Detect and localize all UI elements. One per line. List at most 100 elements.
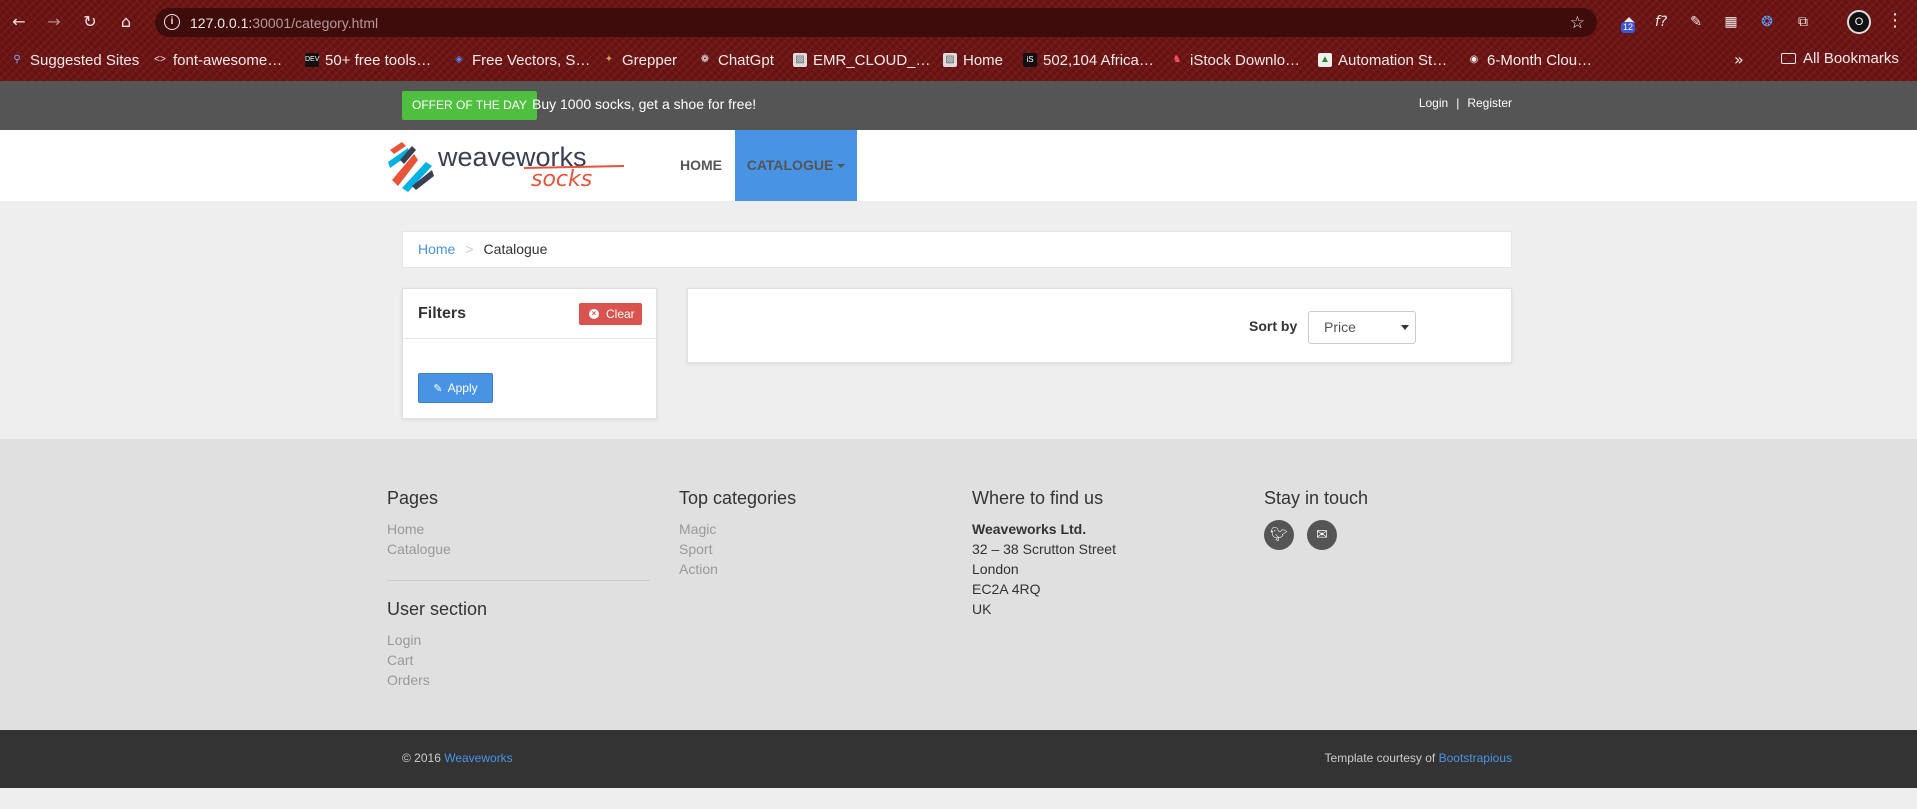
footer-category-action[interactable]: Action [679, 561, 718, 577]
browser-toolbar: ← → ↻ ⌂ i 127.0.0.1:30001/category.html … [0, 0, 1917, 44]
browser-menu-icon[interactable]: ⋮ [1886, 10, 1904, 31]
bootstrapious-link[interactable]: Bootstrapious [1439, 751, 1512, 765]
color-extension-icon[interactable]: ▦ [1721, 12, 1741, 32]
puzzle-extensions-icon[interactable]: ⧉ [1793, 12, 1813, 32]
footer-address-line: EC2A 4RQ [972, 581, 1041, 597]
sort-panel: Sort by Price [687, 288, 1512, 363]
chatgpt-icon: ❁ [700, 54, 710, 65]
register-link[interactable]: Register [1467, 96, 1512, 110]
browser-chrome: ← → ↻ ⌂ i 127.0.0.1:30001/category.html … [0, 0, 1917, 81]
twitter-icon[interactable]: 🐦︎ [1264, 520, 1294, 550]
page-bottom [0, 788, 1917, 809]
breadcrumb-current: Catalogue [483, 241, 548, 257]
nav-catalogue-label: CATALOGUE [746, 157, 834, 173]
grepper-icon: ✦ [604, 54, 614, 65]
bookmark-item[interactable]: ▨ Home [943, 50, 1003, 70]
breadcrumb-separator: > [465, 241, 474, 257]
site-footer [0, 439, 1917, 730]
footer-link-cart[interactable]: Cart [387, 652, 413, 668]
bookmark-item[interactable]: ♞ iStock Downlo… [1170, 50, 1301, 70]
footer-link-home[interactable]: Home [387, 521, 424, 537]
profile-avatar[interactable]: O [1847, 10, 1871, 34]
triangle-icon: ▲ [1318, 53, 1332, 67]
sort-select[interactable]: Price [1308, 311, 1416, 344]
bookmark-item[interactable]: ❁ ChatGpt [698, 50, 774, 70]
footer-company-name: Weaveworks Ltd. [972, 521, 1087, 537]
bookmark-item[interactable]: ◉ 6-Month Clou… [1467, 50, 1592, 70]
code-icon: <> [154, 54, 166, 65]
footer-pages-title: Pages [387, 488, 439, 508]
bookmark-item[interactable]: ⚲ Suggested Sites [10, 50, 139, 70]
footer-address-line: London [972, 561, 1019, 577]
breadcrumb: Home > Catalogue [402, 231, 1512, 268]
image-icon: ▨ [943, 53, 957, 67]
bookmark-star-icon[interactable]: ☆ [1570, 13, 1585, 33]
back-icon[interactable]: ← [8, 11, 30, 33]
address-bar[interactable]: i 127.0.0.1:30001/category.html ☆ [155, 8, 1597, 37]
template-credit-text: Template courtesy of [1324, 751, 1439, 765]
bookmarks-bar: ⚲ Suggested Sites <> font-awesome… DEV 50+ … [0, 46, 1917, 72]
forward-icon[interactable]: → [43, 11, 65, 33]
image-icon: ▨ [793, 53, 807, 67]
auth-separator: | [1456, 96, 1460, 110]
clear-label: Clear [606, 307, 635, 321]
reload-icon[interactable]: ↻ [79, 11, 101, 33]
apply-label: Apply [447, 381, 478, 395]
home-icon[interactable]: ⌂ [115, 11, 137, 33]
copyright-bar [0, 730, 1917, 788]
footer-address-line: UK [972, 601, 992, 617]
site-header [0, 130, 1917, 201]
offer-bar [0, 81, 1917, 130]
footer-link-orders[interactable]: Orders [387, 672, 430, 688]
footer-divider [387, 580, 650, 581]
filters-header: Filters × Clear [403, 289, 656, 339]
bookmark-item[interactable]: <> font-awesome… [153, 50, 282, 70]
envelope-icon[interactable]: ✉ [1307, 520, 1337, 550]
bookmark-item[interactable]: ▨ EMR_CLOUD_… [793, 50, 931, 70]
footer-stay-title: Stay in touch [1264, 488, 1369, 508]
clear-filters-button[interactable]: × Clear [579, 303, 642, 325]
footer-link-login[interactable]: Login [387, 632, 421, 648]
filters-panel: Filters × Clear ✎ Apply [402, 288, 657, 419]
dev-icon: DEV [305, 53, 319, 67]
bookmark-item[interactable]: DEV 50+ free tools… [305, 50, 431, 70]
caret-down-icon [837, 164, 846, 169]
github-icon: ◉ [1469, 54, 1479, 65]
filters-title: Filters [418, 305, 467, 322]
all-bookmarks[interactable]: All Bookmarks [1781, 50, 1899, 67]
footer-category-sport[interactable]: Sport [679, 541, 712, 557]
weaveworks-socks-logo[interactable]: weaveworks socks [386, 140, 626, 192]
footer-category-magic[interactable]: Magic [679, 521, 716, 537]
formula-extension-icon[interactable]: f? [1651, 12, 1671, 32]
nav-home[interactable]: HOME [668, 130, 734, 201]
weaveworks-link[interactable]: Weaveworks [444, 751, 512, 765]
footer-address-line: 32 – 38 Scrutton Street [972, 541, 1116, 557]
chevron-down-icon [1401, 325, 1409, 330]
bookmark-item[interactable]: iS 502,104 Africa… [1023, 50, 1154, 70]
shield-icon: ◈ [455, 54, 463, 65]
offer-text: Buy 1000 socks, get a shoe for free! [532, 96, 757, 112]
copyright-text: © 2016 [402, 751, 445, 765]
url-text: 127.0.0.1:30001/category.html [190, 15, 379, 31]
copyright-right: Template courtesy of Bootstrapious [1325, 751, 1512, 765]
footer-user-section-title: User section [387, 599, 488, 619]
apply-filters-button[interactable]: ✎ Apply [418, 373, 493, 403]
footer-link-catalogue[interactable]: Catalogue [387, 541, 451, 557]
login-link[interactable]: Login [1419, 96, 1448, 110]
shield-extension-icon[interactable]: ❂ [1757, 12, 1777, 32]
site-info-icon[interactable]: i [164, 14, 180, 30]
extension-badge: 12 [1621, 22, 1636, 33]
offer-badge[interactable]: OFFER OF THE DAY [402, 91, 537, 120]
bookmark-item[interactable]: ◈ Free Vectors, S… [452, 50, 590, 70]
eyedropper-icon[interactable]: ✎ [1686, 12, 1706, 32]
search-icon: ⚲ [13, 54, 21, 65]
footer-where-title: Where to find us [972, 488, 1104, 508]
more-bookmarks-icon[interactable]: » [1734, 50, 1744, 69]
nav-catalogue[interactable]: CATALOGUE [735, 130, 857, 201]
auth-links: Login | Register [1419, 96, 1512, 110]
times-circle-icon: × [589, 309, 599, 319]
bookmark-item[interactable]: ✦ Grepper [602, 50, 677, 70]
breadcrumb-home[interactable]: Home [418, 241, 455, 257]
logo-socks-text: socks [531, 167, 592, 192]
bookmark-item[interactable]: ▲ Automation St… [1318, 50, 1447, 70]
